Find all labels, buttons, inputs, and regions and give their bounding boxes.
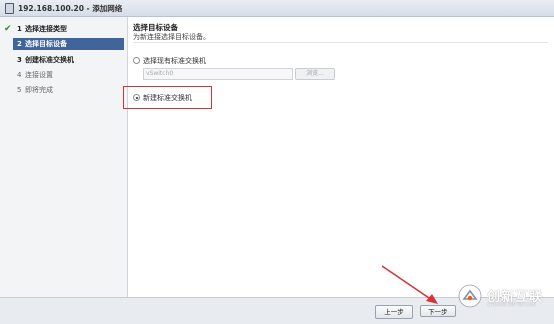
watermark: 创新互联 CHUANG XIN HU LIAN [450,276,554,323]
watermark-subtext: CHUANG XIN HU LIAN [487,303,536,308]
annotation-arrow [381,265,438,304]
watermark-logo-icon [458,284,482,308]
